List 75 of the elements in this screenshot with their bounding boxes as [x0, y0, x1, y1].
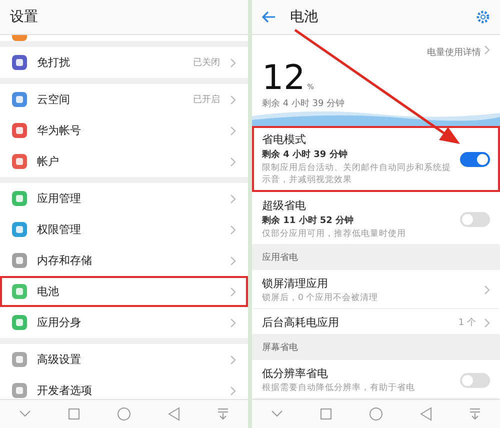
- setting-title: 后台高耗电应用: [262, 315, 340, 330]
- toggle-switch[interactable]: [460, 212, 490, 226]
- pull-down-icon[interactable]: [469, 408, 482, 420]
- settings-icon[interactable]: [476, 10, 490, 24]
- chevron-icon: [230, 58, 236, 68]
- app-icon: [12, 253, 27, 268]
- settings-item[interactable]: 开发者选项: [0, 375, 248, 399]
- back-arrow-icon[interactable]: [262, 11, 276, 23]
- chevron-icon: [230, 256, 236, 266]
- remaining-time: 剩余 4 小时 39 分钟: [261, 98, 346, 110]
- back-icon[interactable]: [168, 407, 180, 421]
- chevron-icon: [230, 194, 236, 204]
- status-text: 已关闭: [193, 56, 220, 69]
- settings-item[interactable]: 电池: [0, 276, 248, 307]
- setting-row[interactable]: 超级省电 剩余 11 小时 52 分钟 仅部分应用可用，推荐低电量时使用: [252, 192, 500, 245]
- chevron-icon: [230, 156, 236, 166]
- setting-description: 限制应用后台活动、关闭邮件自动同步和系统提示音，并减弱视觉效果: [262, 162, 452, 186]
- screen-title: 设置: [10, 8, 39, 26]
- status-text: 已开启: [193, 94, 220, 106]
- chevron-icon: [484, 45, 490, 55]
- chevron-down-icon[interactable]: [18, 410, 31, 418]
- chevron-icon: [230, 354, 236, 364]
- setting-subtitle: 剩余 4 小时 39 分钟: [262, 148, 348, 161]
- chevron-icon: [484, 285, 490, 295]
- setting-description: 锁屏后，0 个应用不会被清理: [262, 292, 380, 304]
- setting-row[interactable]: 后台高耗电应用 1 个: [252, 309, 500, 335]
- screen-title: 电池: [290, 8, 319, 26]
- app-icon: [12, 284, 27, 299]
- chevron-icon: [230, 386, 236, 396]
- settings-item[interactable]: 华为帐号: [0, 115, 248, 146]
- app-icon: [12, 123, 27, 138]
- home-icon[interactable]: [368, 407, 383, 421]
- setting-title: 低分辨率省电: [262, 366, 329, 381]
- setting-title: 省电模式: [262, 132, 307, 147]
- app-icon: [12, 55, 27, 70]
- pull-down-icon[interactable]: [217, 408, 230, 420]
- usage-details-link[interactable]: 电量使用详情: [417, 35, 500, 59]
- setting-subtitle: 剩余 11 小时 52 分钟: [262, 214, 355, 227]
- settings-item[interactable]: 高级设置: [0, 344, 248, 375]
- setting-row[interactable]: 省电模式 剩余 4 小时 39 分钟 限制应用后台活动、关闭邮件自动同步和系统提示音，并减弱视觉效果: [252, 126, 500, 192]
- count-text: 1 个: [458, 316, 476, 329]
- settings-item[interactable]: 内存和存储: [0, 245, 248, 276]
- app-icon: [12, 222, 27, 237]
- toggle-switch[interactable]: [460, 372, 490, 388]
- chevron-icon: [230, 286, 236, 296]
- chevron-icon: [484, 318, 490, 328]
- app-icon: [12, 154, 27, 169]
- back-icon[interactable]: [420, 407, 432, 421]
- app-icon: [12, 92, 27, 107]
- battery-percent: 12: [262, 61, 306, 95]
- settings-item[interactable]: 免打扰 已关闭: [0, 47, 248, 78]
- app-icon: [12, 352, 27, 367]
- settings-item[interactable]: 帐户: [0, 146, 248, 177]
- settings-item[interactable]: 云空间 已开启: [0, 84, 248, 115]
- square-icon[interactable]: [320, 408, 332, 420]
- chevron-down-icon[interactable]: [270, 410, 283, 418]
- settings-item[interactable]: 应用管理: [0, 183, 248, 214]
- settings-item[interactable]: 权限管理: [0, 214, 248, 245]
- app-icon: [12, 191, 27, 206]
- setting-row[interactable]: 锁屏清理应用 锁屏后，0 个应用不会被清理: [252, 270, 500, 309]
- setting-row[interactable]: 低分辨率省电 根据需要自动降低分辨率，有助于省电: [252, 360, 500, 399]
- toggle-switch[interactable]: [460, 152, 490, 166]
- home-icon[interactable]: [116, 407, 131, 421]
- setting-description: 根据需要自动降低分辨率，有助于省电: [262, 382, 416, 394]
- setting-title: 锁屏清理应用: [262, 276, 329, 291]
- setting-description: 仅部分应用可用，推荐低电量时使用: [262, 228, 407, 240]
- chevron-icon: [230, 224, 236, 234]
- settings-item[interactable]: 应用分身: [0, 307, 248, 338]
- chevron-icon: [230, 318, 236, 328]
- chevron-icon: [230, 94, 236, 104]
- app-icon: [12, 315, 27, 330]
- chevron-icon: [230, 126, 236, 136]
- app-icon: [12, 35, 27, 41]
- setting-title: 超级省电: [262, 198, 307, 213]
- square-icon[interactable]: [68, 408, 80, 420]
